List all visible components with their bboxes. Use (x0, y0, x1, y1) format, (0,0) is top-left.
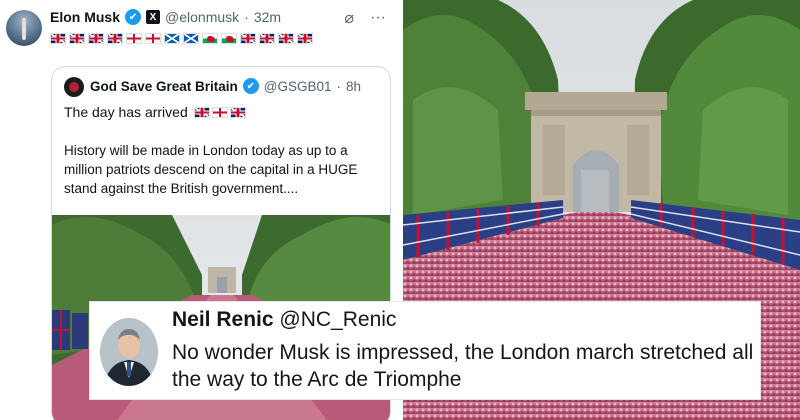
author-avatar[interactable] (6, 10, 42, 46)
person-portrait (100, 318, 158, 386)
flag-sco-icon (164, 33, 180, 44)
flag-eng-icon (145, 33, 161, 44)
quoted-first-line: The day has arrived (64, 104, 246, 120)
quoted-author-handle: @GSGB01 (263, 78, 332, 94)
author-name[interactable]: Elon Musk (50, 9, 120, 25)
flag-uk-icon (69, 33, 85, 44)
more-icon[interactable]: ··· (370, 9, 386, 27)
tweet-header: Elon Musk ✔ X @elonmusk · 32m (50, 9, 281, 25)
verified-icon: ✔ (125, 9, 142, 25)
x-affiliation-icon: X (146, 10, 161, 24)
dot-separator: · (336, 78, 342, 94)
timestamp[interactable]: 32m (254, 9, 281, 25)
flag-uk-icon (240, 33, 256, 44)
flag-eng-icon (211, 106, 228, 118)
quoted-header: God Save Great Britain ✔ @GSGB01 · 8h (90, 78, 361, 94)
verified-icon: ✔ (242, 78, 259, 94)
flag-uk-icon (193, 106, 210, 118)
dot-separator: · (244, 9, 249, 25)
flag-uk-icon (50, 33, 66, 44)
flag-uk-icon (297, 33, 313, 44)
reply-tweet-overlay: Neil Renic @NC_Renic No wonder Musk is i… (90, 302, 760, 399)
quoted-flags-emoji (193, 106, 246, 118)
quoted-body: History will be made in London today as … (64, 143, 358, 196)
flag-wal-icon (202, 33, 218, 44)
reply-author-name: Neil Renic (172, 308, 274, 331)
flag-uk-icon (259, 33, 275, 44)
flag-sco-icon (183, 33, 199, 44)
flag-uk-icon (107, 33, 123, 44)
author-handle[interactable]: @elonmusk (165, 9, 239, 25)
reply-author: Neil Renic @NC_Renic (172, 308, 396, 332)
grok-icon[interactable]: ⌀ (344, 8, 354, 28)
flag-uk-icon (88, 33, 104, 44)
quoted-timestamp: 8h (346, 78, 362, 94)
flag-uk-icon (278, 33, 294, 44)
quoted-author-avatar (64, 77, 84, 97)
quoted-line1-text: The day has arrived (64, 104, 188, 120)
tweet-actions: ⌀ ··· (344, 8, 386, 28)
tweet-flags-emoji (50, 33, 313, 44)
reply-text: No wonder Musk is impressed, the London … (172, 341, 754, 391)
flag-uk-icon (229, 106, 246, 118)
reply-author-handle: @NC_Renic (279, 308, 397, 331)
quoted-author-name: God Save Great Britain (90, 78, 238, 94)
flag-wal-icon (221, 33, 237, 44)
flag-eng-icon (126, 33, 142, 44)
reply-author-avatar (100, 318, 158, 386)
